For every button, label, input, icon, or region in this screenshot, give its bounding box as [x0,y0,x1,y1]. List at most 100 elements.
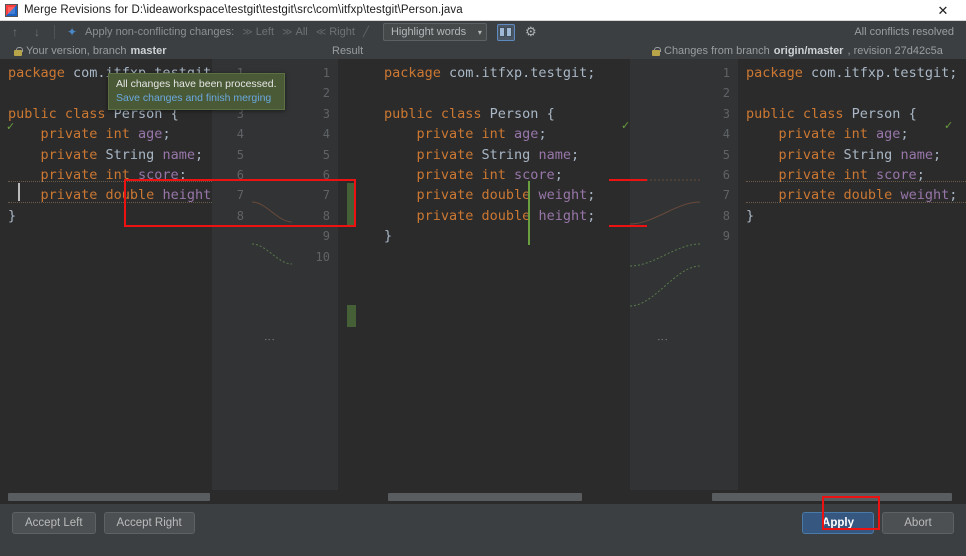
code-token: private int [384,166,515,183]
apply-right-button[interactable]: ≪ Right [314,26,357,38]
local-version-code[interactable]: package com.itfxp.testgit public class P… [8,59,212,504]
caption-center-label: Result [332,45,364,57]
line-number: 4 [322,127,330,142]
code-token: score [138,166,179,183]
pane-captions: Your version, branch master Result Chang… [0,43,966,59]
code-token: score [876,166,917,183]
left-merge-gutter[interactable]: ⋮ [251,59,293,504]
abort-button[interactable]: Abort [882,512,954,534]
code-token: ; [949,187,958,204]
code-token: String [843,146,901,163]
check-icon: ✓ [621,120,630,132]
remote-version-line-numbers: 1 2 3 4 5 6 7 8 9 [700,59,738,504]
folded-region-marker[interactable]: ⋮ [656,334,668,345]
local-version-editor[interactable]: package com.itfxp.testgit public class P… [0,59,252,504]
right-hscroll-thumb[interactable] [712,493,952,501]
code-line: private double weight; [746,185,966,205]
right-merge-gutter[interactable]: ⋮ [629,59,701,504]
apply-right-label: Right [329,26,355,38]
code-token: ; [194,146,204,163]
change-band-weight[interactable] [347,183,356,225]
apply-all-label: All [295,26,308,38]
line-number: 4 [236,127,244,142]
tooltip-line-2[interactable]: Save changes and finish merging [116,91,277,105]
highlight-mode-select[interactable]: Highlight words ▾ [382,23,487,41]
code-token: ; [932,146,942,163]
code-token: age [876,126,901,143]
caption-right-prefix: Changes from branch [664,45,770,57]
code-line: private String name; [384,145,630,165]
next-difference-button[interactable]: ↓ [28,23,46,41]
code-token: private int [384,126,515,143]
line-number: 2 [322,86,330,101]
accept-left-button[interactable]: Accept Left [12,512,96,534]
line-number: 8 [722,208,730,223]
result-line-numbers-right: 1 2 3 4 5 6 7 8 9 10 [292,59,338,504]
merge-result-editor[interactable]: 1 2 3 4 5 6 7 8 1 2 3 4 5 6 7 8 9 10 package com.itfxp.t… [292,59,630,504]
folded-region-marker[interactable]: ⋮ [263,334,275,345]
window-titlebar: Merge Revisions for D:\ideaworkspace\tes… [0,0,966,21]
conflicts-status: All conflicts resolved [854,26,954,38]
code-token: com.itfxp.testgit [449,65,588,81]
apply-non-conflicting-label: Apply non-conflicting changes: [85,26,235,38]
apply-left-label: Left [255,26,275,38]
merge-status-tooltip[interactable]: All changes have been processed. Save ch… [108,73,285,110]
result-hscroll-track[interactable] [292,493,630,501]
code-token: ; [587,207,596,224]
apply-all-button[interactable]: ≫ All [280,26,310,38]
line-number: 7 [236,188,244,203]
code-line: private int age; [8,124,212,144]
check-icon: ✓ [6,121,16,133]
left-hscroll-thumb[interactable] [8,493,210,501]
code-token: private int [8,166,139,183]
left-hscroll-track[interactable] [8,493,252,501]
code-token: height [538,207,588,224]
code-token: package [746,65,812,81]
merge-result-code[interactable]: package com.itfxp.testgit; public class … [384,59,630,504]
line-number: 7 [722,188,730,203]
code-token: name [900,146,933,163]
split-view-icon[interactable] [496,23,515,41]
change-band-trailing[interactable] [347,305,356,327]
lock-icon [652,46,661,56]
caption-left-prefix: Your version, branch [26,45,127,57]
line-number: 3 [322,106,330,121]
result-hscroll-thumb[interactable] [388,493,582,501]
code-token: name [538,146,571,163]
code-token: String [105,146,163,163]
apply-button[interactable]: Apply [802,512,874,534]
window-title: Merge Revisions for D:\ideaworkspace\tes… [24,4,463,16]
line-number: 6 [322,167,330,182]
code-token: weight [900,187,950,204]
right-hscroll-track[interactable] [700,493,960,501]
merge-editor-area: package com.itfxp.testgit public class P… [0,59,966,504]
code-token: ; [554,166,563,183]
magic-resolve-button[interactable]: ╱ [361,27,371,38]
code-token: private [8,146,106,163]
text-caret [18,183,20,201]
remote-version-code[interactable]: package com.itfxp.testgit; public class … [746,59,966,504]
chevron-down-icon: ▾ [477,27,482,37]
merged-caret [528,181,530,245]
code-token: private double [746,187,901,204]
code-token: Person [851,105,901,122]
code-token: package [384,65,450,81]
code-token: age [138,126,163,143]
caption-left-branch: master [130,45,167,57]
code-token: String [481,146,539,163]
gear-icon[interactable]: ⚙ [525,24,537,40]
code-line: package com.itfxp.testgit; [384,63,630,83]
code-token: package [8,65,74,81]
line-number: 5 [236,147,244,162]
code-token: name [162,146,195,163]
remote-version-editor[interactable]: 1 2 3 4 5 6 7 8 9 package com.itfxp.testgit; pub… [700,59,966,504]
accept-right-button[interactable]: Accept Right [103,512,195,534]
code-token: private int [746,126,877,143]
previous-difference-button[interactable]: ↑ [6,23,24,41]
apply-left-button[interactable]: ≫ Left [240,26,276,38]
apply-all-non-conflicting-icon[interactable]: ✦ [63,23,81,41]
highlight-mode-value: Highlight words [390,26,467,38]
close-icon[interactable]: ✕ [928,0,958,21]
line-number: 7 [322,188,330,203]
